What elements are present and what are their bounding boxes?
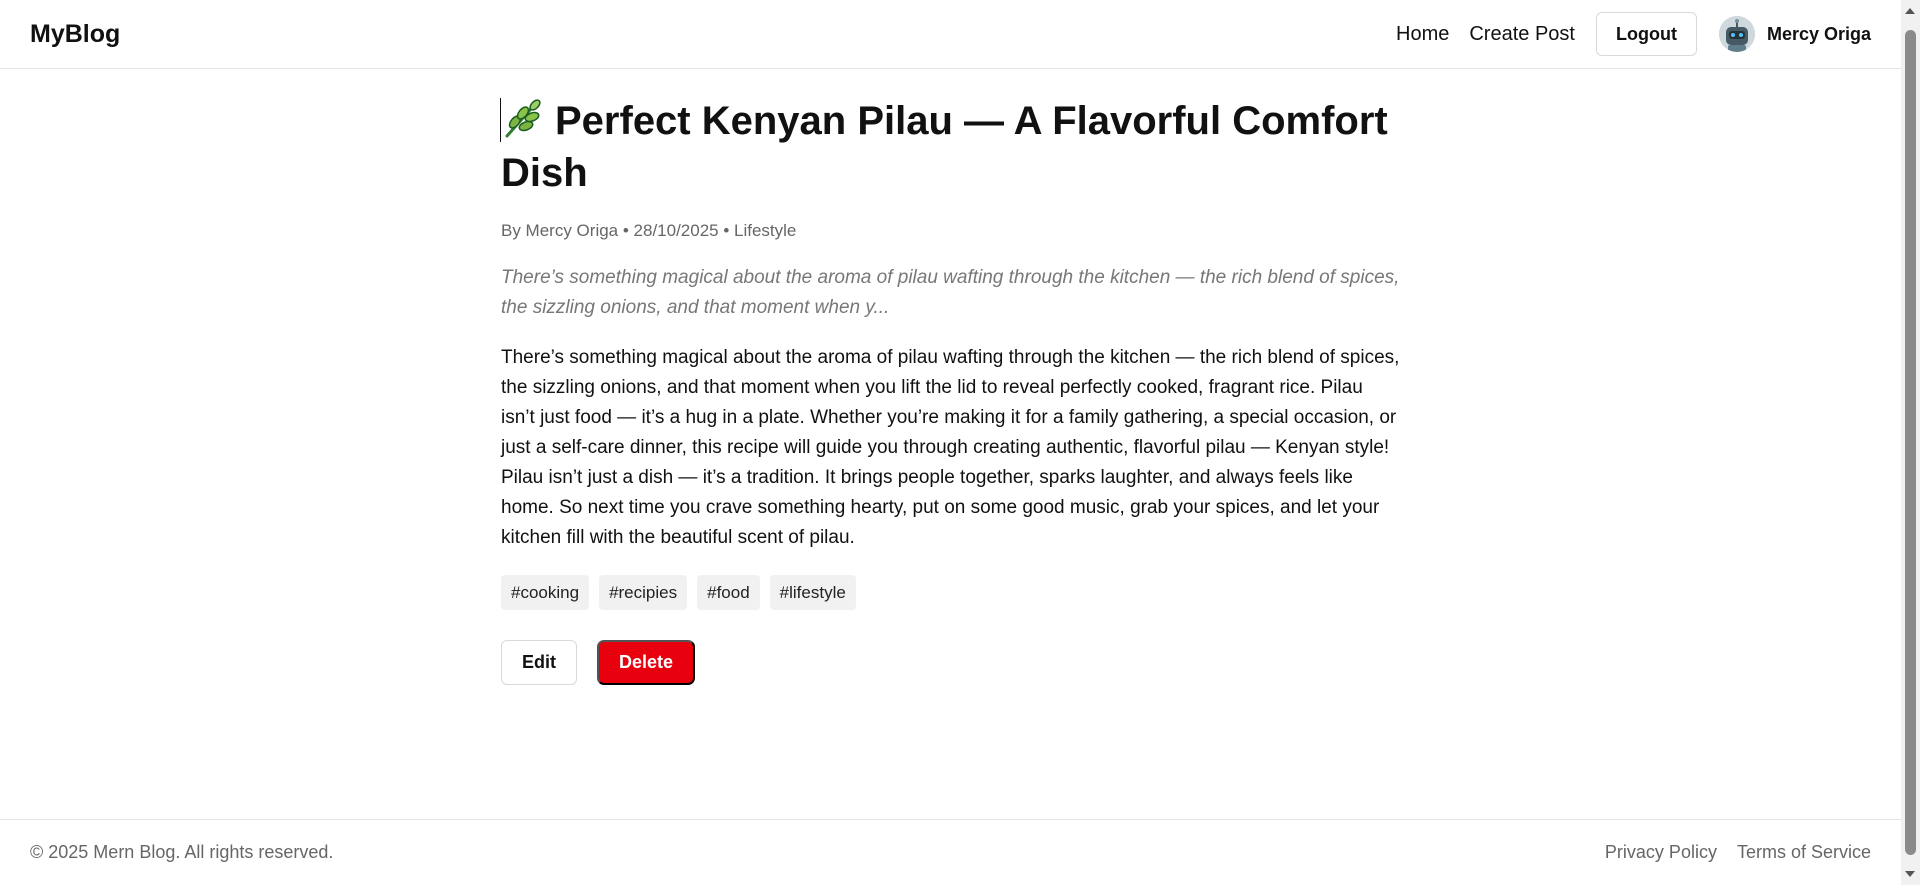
post-body: There’s something magical about the arom… (501, 347, 1400, 548)
post-actions: Edit Delete (501, 640, 1401, 685)
text-caret (500, 98, 501, 142)
post-meta: By Mercy Origa • 28/10/2025 • Lifestyle (501, 221, 797, 240)
scroll-up-arrow-icon[interactable] (1905, 8, 1915, 14)
tag-chip[interactable]: #cooking (501, 575, 590, 610)
tag-chip[interactable]: #lifestyle (769, 575, 856, 610)
post-tags: #cooking #recipies #food #lifestyle (501, 575, 1401, 610)
logout-button[interactable]: Logout (1595, 12, 1697, 56)
post-excerpt: There’s something magical about the arom… (501, 267, 1400, 318)
vertical-scrollbar[interactable] (1901, 0, 1920, 885)
copyright-text: © 2025 Mern Blog. All rights reserved. (30, 842, 334, 862)
nav-create-post-link[interactable]: Create Post (1469, 23, 1575, 46)
terms-of-service-link[interactable]: Terms of Service (1737, 842, 1871, 863)
delete-button[interactable]: Delete (597, 640, 696, 685)
site-header: MyBlog Home Create Post Logout Mercy Ori… (0, 0, 1901, 69)
nav-home-link[interactable]: Home (1396, 23, 1449, 46)
site-footer: © 2025 Mern Blog. All rights reserved. P… (0, 819, 1901, 885)
leaf-icon (501, 96, 545, 150)
brand-logo[interactable]: MyBlog (30, 20, 120, 49)
main-nav: Home Create Post Logout Mercy Origa (1376, 12, 1871, 56)
post-title-text: Perfect Kenyan Pilau — A Flavorful Comfo… (501, 99, 1388, 195)
edit-button[interactable]: Edit (501, 640, 577, 685)
footer-links: Privacy Policy Terms of Service (1585, 842, 1871, 863)
scrollbar-thumb[interactable] (1905, 30, 1916, 855)
tag-chip[interactable]: #recipies (599, 575, 688, 610)
user-name: Mercy Origa (1766, 23, 1871, 44)
post-article: Perfect Kenyan Pilau — A Flavorful Comfo… (500, 96, 1401, 685)
privacy-policy-link[interactable]: Privacy Policy (1605, 842, 1717, 863)
robot-avatar-icon (1718, 16, 1755, 52)
scroll-down-arrow-icon[interactable] (1905, 871, 1915, 877)
tag-chip[interactable]: #food (697, 575, 760, 610)
user-profile[interactable]: Mercy Origa (1718, 16, 1871, 52)
post-title: Perfect Kenyan Pilau — A Flavorful Comfo… (500, 96, 1401, 196)
